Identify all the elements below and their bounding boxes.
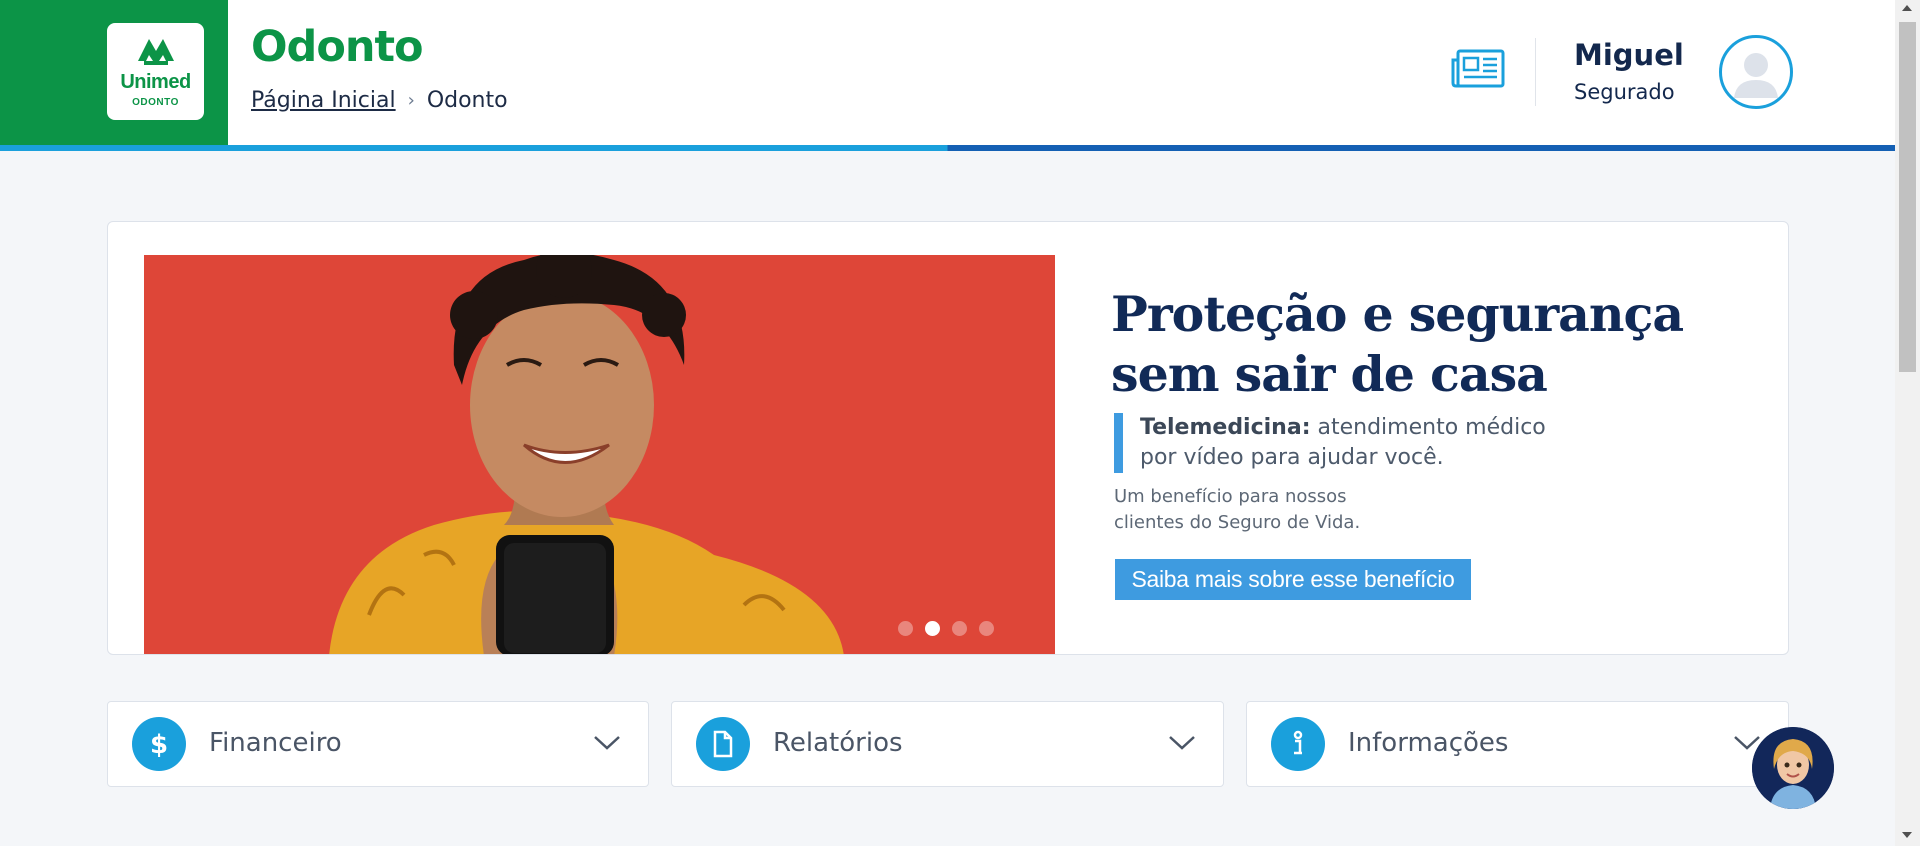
carousel-dot-1[interactable] bbox=[898, 621, 913, 636]
app-header: Unimed ODONTO Odonto Página Inicial › Od… bbox=[0, 0, 1895, 151]
breadcrumb-home-link[interactable]: Página Inicial bbox=[251, 88, 396, 113]
woman-with-phone-illustration bbox=[144, 255, 1055, 654]
assistant-avatar-icon bbox=[1752, 727, 1834, 809]
user-role: Segurado bbox=[1574, 80, 1675, 104]
carousel-dots bbox=[898, 621, 994, 636]
banner-lead: Telemedicina: atendimento médico por víd… bbox=[1140, 413, 1560, 473]
accordion-label: Financeiro bbox=[209, 728, 342, 758]
newspaper-icon[interactable] bbox=[1450, 48, 1506, 90]
banner-image[interactable] bbox=[144, 255, 1055, 654]
page-scrollbar[interactable] bbox=[1895, 0, 1920, 846]
header-divider bbox=[1535, 38, 1536, 106]
carousel-dot-4[interactable] bbox=[979, 621, 994, 636]
logo-block: Unimed ODONTO bbox=[0, 0, 228, 145]
accordion-informacoes[interactable]: Informações bbox=[1246, 701, 1789, 787]
banner-cta-button[interactable]: Saiba mais sobre esse benefício bbox=[1115, 559, 1471, 600]
chat-assistant-button[interactable] bbox=[1752, 727, 1834, 809]
user-avatar[interactable] bbox=[1719, 35, 1793, 109]
page-title: Odonto bbox=[251, 22, 424, 72]
chevron-right-icon: › bbox=[407, 90, 415, 111]
user-silhouette-icon bbox=[1734, 53, 1778, 98]
unimed-logo[interactable]: Unimed ODONTO bbox=[107, 23, 204, 120]
header-color-bar bbox=[0, 145, 1895, 151]
scroll-down-arrow-icon[interactable] bbox=[1902, 832, 1912, 838]
accordion-relatorios[interactable]: Relatórios bbox=[671, 701, 1224, 787]
banner-accent-bar bbox=[1114, 413, 1123, 473]
banner-lead-bold: Telemedicina: bbox=[1140, 415, 1311, 440]
promo-banner: Proteção e segurança sem sair de casa Te… bbox=[107, 221, 1789, 655]
chevron-down-icon bbox=[594, 736, 620, 750]
scroll-up-arrow-icon[interactable] bbox=[1902, 5, 1912, 11]
svg-text:$: $ bbox=[150, 730, 168, 759]
logo-sub-text: ODONTO bbox=[132, 97, 179, 108]
carousel-dot-3[interactable] bbox=[952, 621, 967, 636]
info-icon bbox=[1271, 717, 1325, 771]
chevron-down-icon bbox=[1169, 736, 1195, 750]
breadcrumb: Página Inicial › Odonto bbox=[251, 88, 508, 113]
user-name: Miguel bbox=[1574, 38, 1684, 72]
accordion-label: Informações bbox=[1348, 728, 1509, 758]
scroll-thumb[interactable] bbox=[1899, 22, 1916, 372]
dollar-icon: $ bbox=[132, 717, 186, 771]
logo-brand-text: Unimed bbox=[120, 71, 191, 93]
document-icon bbox=[696, 717, 750, 771]
carousel-dot-2[interactable] bbox=[925, 621, 940, 636]
breadcrumb-current: Odonto bbox=[426, 88, 508, 113]
accordion-financeiro[interactable]: $ Financeiro bbox=[107, 701, 649, 787]
unimed-tree-icon bbox=[138, 39, 174, 65]
accordion-label: Relatórios bbox=[773, 728, 903, 758]
banner-subtext: Um benefício para nossos clientes do Seg… bbox=[1114, 486, 1361, 533]
banner-headline: Proteção e segurança sem sair de casa bbox=[1111, 285, 1684, 403]
